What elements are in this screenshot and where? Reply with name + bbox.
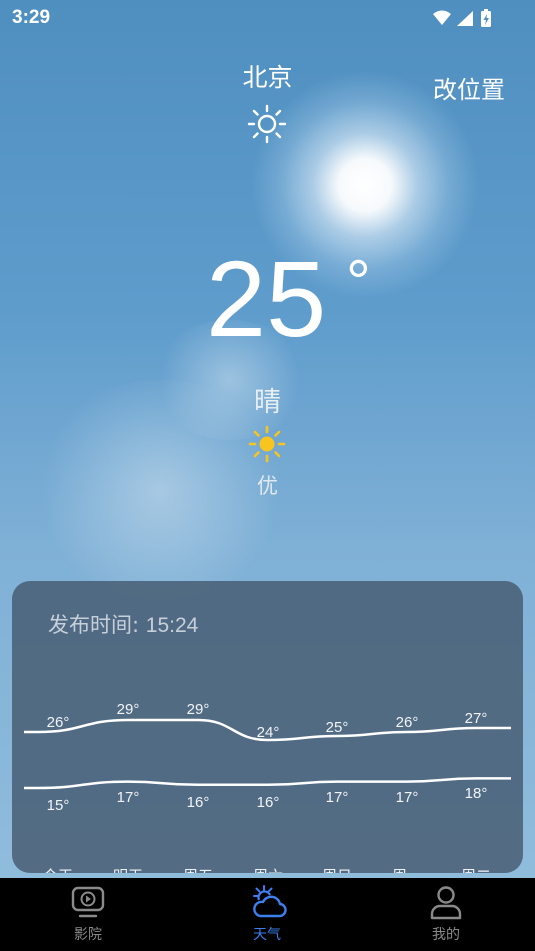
status-icons (433, 9, 491, 27)
day-label: 周六 (238, 865, 298, 873)
high-temp-label: 29° (186, 701, 210, 718)
sun-icon (248, 425, 286, 463)
degree-symbol: ° (346, 248, 371, 317)
nav-item-mine[interactable]: 我的 (396, 878, 496, 951)
nav-item-cinema[interactable]: 影院 (38, 878, 138, 951)
low-temp-label: 16° (256, 794, 280, 811)
low-temp-label: 17° (116, 789, 140, 806)
nav-item-weather[interactable]: 天气 (217, 878, 317, 951)
signal-icon (457, 11, 473, 26)
bottom-nav: 影院 天气 我的 (0, 878, 535, 951)
high-temp-label: 25° (325, 719, 349, 736)
low-temp-label: 16° (186, 794, 210, 811)
nav-label-mine: 我的 (432, 927, 460, 943)
status-time: 3:29 (12, 7, 51, 28)
nav-label-cinema: 影院 (74, 927, 102, 943)
high-temp-label: 26° (46, 714, 70, 731)
weather-screen: 3:29 北京 改位置 25 ° 晴 优 发布时间: 15:24 26° 29°… (0, 0, 535, 878)
low-temp-label: 17° (395, 789, 419, 806)
day-label: 周一 (377, 865, 437, 873)
wifi-icon (433, 10, 451, 25)
weather-condition: 晴 (254, 387, 281, 418)
low-temp-label: 15° (46, 797, 70, 814)
day-label: 周二 (446, 865, 506, 873)
person-icon (430, 886, 462, 920)
high-temp-label: 26° (395, 714, 419, 731)
day-label: 周日 (307, 865, 367, 873)
low-temperature-line (24, 777, 511, 790)
current-temperature: 25 (206, 238, 327, 359)
status-bar: 3:29 (0, 0, 535, 36)
nav-label-weather: 天气 (253, 927, 281, 943)
day-label: 明天 (98, 865, 158, 873)
low-temp-label: 17° (325, 789, 349, 806)
air-quality: 优 (257, 474, 278, 498)
day-label: 今天 (28, 865, 88, 873)
low-temp-label: 18° (464, 785, 488, 802)
high-temp-label: 27° (464, 710, 488, 727)
sunny-icon (247, 104, 287, 144)
video-play-icon (71, 886, 105, 918)
weather-cloud-sun-icon (253, 885, 287, 918)
day-label: 周五 (168, 865, 228, 873)
high-temp-label: 29° (116, 701, 140, 718)
forecast-card: 发布时间: 15:24 26° 29° 29° 24° 25° 26° 27° … (12, 581, 523, 873)
high-temp-label: 24° (256, 724, 280, 741)
change-location-button[interactable]: 改位置 (433, 70, 505, 105)
